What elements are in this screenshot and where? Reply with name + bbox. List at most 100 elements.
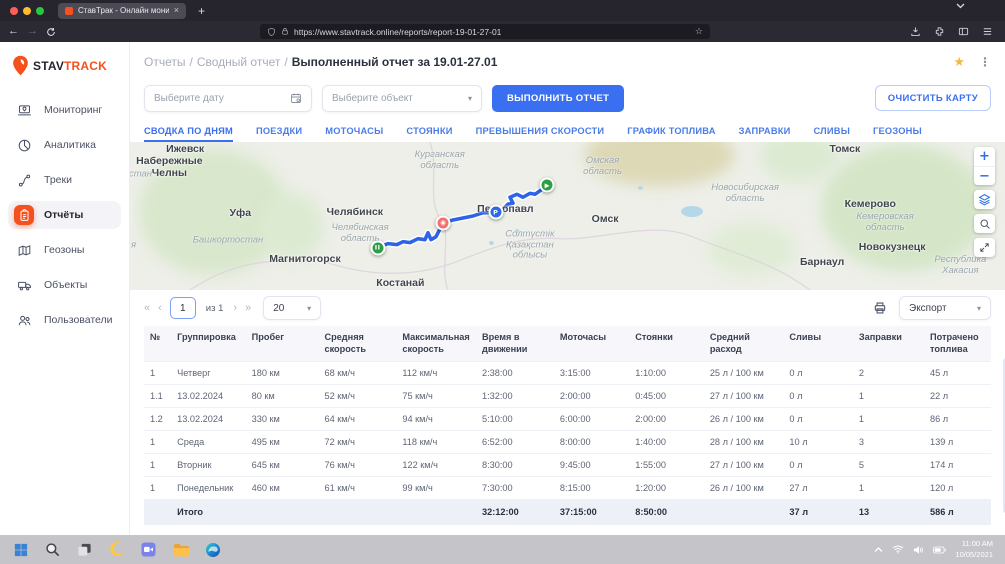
total-cell: 13 (853, 500, 924, 525)
report-tab-2[interactable]: МОТОЧАСЫ (325, 126, 383, 142)
map[interactable]: ИжевскНабережные ЧелныстанУфаБашкортоста… (130, 142, 1005, 290)
new-tab-button[interactable]: + (198, 4, 205, 18)
table-cell: 22 л (924, 385, 991, 408)
table-row[interactable]: 1Вторник645 км76 км/ч122 км/ч8:30:009:45… (144, 454, 991, 477)
search-icon[interactable] (44, 541, 61, 558)
table-cell: 118 км/ч (396, 431, 476, 454)
minimize-window-button[interactable] (23, 7, 31, 15)
start-button-icon[interactable] (12, 541, 29, 558)
table-row[interactable]: 1Четверг180 км68 км/ч112 км/ч2:38:003:15… (144, 362, 991, 385)
volume-icon[interactable] (913, 545, 924, 555)
extensions-puzzle-icon[interactable] (934, 26, 945, 37)
page-size-select[interactable]: 20 ▾ (263, 296, 321, 320)
hamburger-menu-icon[interactable] (982, 26, 993, 37)
sidebar-toggle-icon[interactable] (958, 26, 969, 37)
table-cell: 8:00:00 (554, 431, 629, 454)
breadcrumb-item[interactable]: Сводный отчет (197, 55, 281, 69)
edge-browser-icon[interactable] (204, 541, 221, 558)
lock-icon[interactable] (281, 27, 289, 36)
zoom-in-button[interactable]: + (974, 147, 995, 166)
sidebar-item-objects[interactable]: Объекты (8, 271, 121, 299)
table-row[interactable]: 1.213.02.2024330 км64 км/ч94 км/ч5:10:00… (144, 408, 991, 431)
favorite-star-icon[interactable]: ★ (953, 55, 965, 70)
browser-tab[interactable]: СтавТрак - Онлайн мониторин × (58, 3, 186, 19)
route-path (378, 185, 547, 247)
total-cell: 37 л (783, 500, 852, 525)
pause-marker[interactable]: II (370, 240, 385, 255)
object-select[interactable]: Выберите объект ▾ (322, 85, 482, 112)
window-controls (10, 7, 44, 15)
tab-close-icon[interactable]: × (174, 6, 179, 15)
fullscreen-button[interactable] (974, 238, 995, 257)
report-tab-6[interactable]: ЗАПРАВКИ (739, 126, 791, 142)
next-page-button[interactable]: › (233, 302, 237, 314)
layers-button[interactable] (974, 190, 995, 209)
table-cell: 94 км/ч (396, 408, 476, 431)
table-cell: 495 км (246, 431, 319, 454)
report-tab-7[interactable]: СЛИВЫ (814, 126, 851, 142)
table-row[interactable]: 1Понедельник460 км61 км/ч99 км/ч7:30:008… (144, 477, 991, 500)
sidebar-item-tracks[interactable]: Треки (8, 166, 121, 194)
sidebar-item-geozones[interactable]: Геозоны (8, 236, 121, 264)
table-row[interactable]: 1.113.02.202480 км52 км/ч75 км/ч1:32:002… (144, 385, 991, 408)
reload-icon[interactable] (46, 27, 56, 37)
last-page-button[interactable]: » (245, 302, 251, 314)
table-cell: 64 км/ч (318, 408, 396, 431)
report-tab-8[interactable]: ГЕОЗОНЫ (873, 126, 922, 142)
prev-page-button[interactable]: ‹ (158, 302, 162, 314)
firefox-browser-icon[interactable] (108, 541, 125, 558)
report-tab-0[interactable]: СВОДКА ПО ДНЯМ (144, 126, 233, 142)
users-icon (14, 310, 34, 330)
downloads-icon[interactable] (910, 26, 921, 37)
report-tab-4[interactable]: ПРЕВЫШЕНИЯ СКОРОСТИ (476, 126, 605, 142)
page-number-input[interactable] (170, 297, 196, 319)
date-input[interactable]: Выберите дату (144, 85, 312, 112)
sidebar-item-users[interactable]: Пользователи (8, 306, 121, 334)
objects-icon (14, 275, 34, 295)
wifi-icon[interactable] (892, 545, 904, 554)
run-report-button[interactable]: ВЫПОЛНИТЬ ОТЧЕТ (492, 85, 624, 112)
kebab-menu-icon[interactable]: ⋮ (979, 55, 991, 69)
finish-play-marker[interactable]: ▶ (540, 178, 555, 193)
close-window-button[interactable] (10, 7, 18, 15)
print-icon[interactable] (873, 301, 887, 315)
battery-icon[interactable] (933, 546, 946, 554)
sidebar-item-monitoring[interactable]: Мониторинг (8, 96, 121, 124)
table-row[interactable]: 1Среда495 км72 км/ч118 км/ч6:52:008:00:0… (144, 431, 991, 454)
table-cell: 99 км/ч (396, 477, 476, 500)
report-tab-3[interactable]: СТОЯНКИ (406, 126, 452, 142)
table-cell: 68 км/ч (318, 362, 396, 385)
chevron-down-icon: ▾ (977, 304, 981, 313)
table-cell: 10 л (783, 431, 852, 454)
tray-chevron-up-icon[interactable] (874, 547, 883, 553)
event-marker[interactable]: ◉ (436, 215, 451, 230)
report-tab-5[interactable]: ГРАФИК ТОПЛИВА (627, 126, 715, 142)
zoom-out-button[interactable]: − (974, 166, 995, 185)
report-tab-1[interactable]: ПОЕЗДКИ (256, 126, 302, 142)
teams-chat-icon[interactable] (140, 541, 157, 558)
table-cell: 1:20:00 (629, 477, 704, 500)
export-select[interactable]: Экспорт ▾ (899, 296, 991, 320)
bookmark-star-icon[interactable]: ☆ (695, 27, 703, 37)
url-bar[interactable]: https://www.stavtrack.online/reports/rep… (260, 24, 710, 39)
task-view-icon[interactable] (76, 541, 93, 558)
maximize-window-button[interactable] (36, 7, 44, 15)
map-search-button[interactable] (974, 214, 995, 233)
table-cell: 1:55:00 (629, 454, 704, 477)
first-page-button[interactable]: « (144, 302, 150, 314)
clear-map-button[interactable]: ОЧИСТИТЬ КАРТУ (875, 85, 991, 111)
sidebar-item-reports[interactable]: Отчёты (8, 201, 121, 229)
main-content: Отчеты/Сводный отчет/Выполненный отчет з… (130, 42, 1005, 535)
forward-button[interactable]: → (27, 26, 38, 37)
total-cell: 586 л (924, 500, 991, 525)
back-button[interactable]: ← (8, 26, 19, 37)
total-cell: 37:15:00 (554, 500, 629, 525)
parking-marker[interactable]: P (488, 205, 503, 220)
file-explorer-icon[interactable] (172, 541, 189, 558)
taskbar-clock[interactable]: 11:00 AM 10/05/2021 (955, 539, 993, 559)
list-tabs-chevron-icon[interactable] (956, 3, 965, 9)
sidebar-item-analytics[interactable]: Аналитика (8, 131, 121, 159)
shield-icon[interactable] (267, 27, 276, 37)
breadcrumb-item[interactable]: Отчеты (144, 55, 185, 69)
app-logo[interactable]: STAVTRACK (0, 42, 129, 90)
